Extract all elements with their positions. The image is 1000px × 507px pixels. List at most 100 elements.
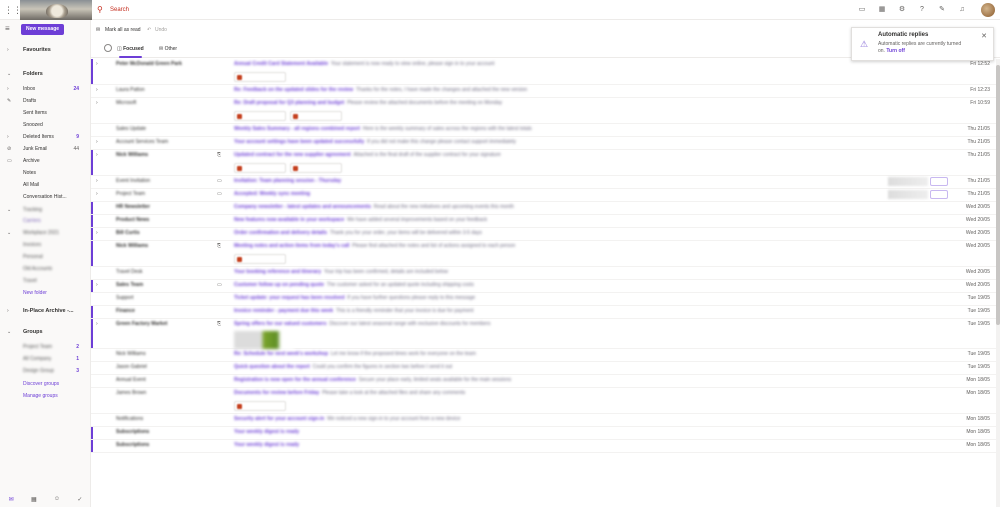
sidebar-item-archive[interactable]: ▭ Archive [0,156,91,166]
chevron-right-icon[interactable]: › [96,189,98,200]
settings-icon[interactable]: ⚙ [892,4,912,16]
table-row[interactable]: Jason Gabriel Quick question about the re… [91,362,1000,375]
people-icon[interactable]: ☺ [54,496,60,503]
attachment-chip[interactable] [234,163,286,173]
sidebar-item-all-mail[interactable]: All Mail [0,180,91,190]
message-preview: Thanks for the notes, I have made the ch… [355,87,528,93]
sidebar-item-group[interactable]: All Company 1 [0,354,91,364]
table-row[interactable]: › Laura Patton Re: Feedback on the updated… [91,85,1000,98]
table-row[interactable]: Annual Event Registration is now open for… [91,375,1000,388]
chevron-right-icon[interactable]: › [96,85,98,96]
sidebar-item-folder[interactable]: Personal [0,252,91,262]
turn-off-link[interactable]: Turn off [886,48,905,54]
new-folder-link[interactable]: New folder [0,288,91,298]
tab-other[interactable]: ✉ Other [159,43,177,55]
sidebar-item-folder[interactable]: Travel [0,276,91,286]
table-row[interactable]: › Peter McDonald Green Park Annual Credit … [91,59,1000,85]
message-date: Fri 12:23 [970,87,990,93]
app-launcher-icon[interactable]: ⋮⋮ [4,5,22,15]
feedback-icon[interactable]: ✎ [932,4,952,16]
sidebar-item-conversation-history[interactable]: Conversation Hist... [0,192,91,202]
chevron-right-icon[interactable]: › [96,228,98,239]
message-list-scrollbar[interactable] [996,59,1000,507]
sidebar-item-snoozed[interactable]: Snoozed [0,120,91,130]
table-row[interactable]: Subscriptions Your weekly digest is ready… [91,427,1000,440]
table-row[interactable]: › Bill Curtis Order confirmation and deliv… [91,228,1000,241]
sidebar-item-folder[interactable]: ⌄ Workplace 2021 [0,228,91,238]
chevron-right-icon[interactable]: › [96,98,98,109]
table-row[interactable]: › Event Invitation ▭ Invitation: Team plann… [91,176,1000,189]
mark-all-read-button[interactable]: Mark all as read [105,24,141,36]
undo-button[interactable]: Undo [155,24,167,36]
table-row[interactable]: Travel Desk Your booking reference and it… [91,267,1000,280]
table-row[interactable]: › Sales Team ▭ Customer follow up on pendin… [91,280,1000,293]
discover-groups-link[interactable]: Discover groups [0,379,91,389]
table-row[interactable]: Product News New features now available i… [91,215,1000,228]
help-icon[interactable]: ? [912,4,932,16]
in-place-archive-section[interactable]: › In-Place Archive -... [0,306,91,316]
message-sender: Green Factory Market [116,321,168,327]
bell-icon[interactable]: ♫ [952,4,972,16]
sidebar-item-junk[interactable]: ⊘ Junk Email 44 [0,144,91,154]
rsvp-button[interactable] [930,177,948,186]
attachment-chip[interactable] [234,111,286,121]
rsvp-button[interactable] [930,190,948,199]
chevron-right-icon[interactable]: › [96,176,98,187]
search-input[interactable]: Search [110,4,129,16]
table-row[interactable]: HR Newsletter Company newsletter - latest… [91,202,1000,215]
scrollbar-thumb[interactable] [996,65,1000,325]
table-row[interactable]: Notifications Security alert for your acc… [91,414,1000,427]
groups-section[interactable]: ⌄ Groups [0,327,91,337]
sidebar-item-sent[interactable]: Sent Items [0,108,91,118]
table-row[interactable]: James Brown Documents for review before F… [91,388,1000,414]
sidebar-item-drafts[interactable]: ✎ Drafts [0,96,91,106]
table-row[interactable]: Nick Williams Re: Schedule for next week'… [91,349,1000,362]
chevron-right-icon[interactable]: › [96,150,98,161]
manage-groups-link[interactable]: Manage groups [0,391,91,401]
table-row[interactable]: › Green Factory Market ⎘ Spring offers for … [91,319,1000,349]
hamburger-icon[interactable]: ≡ [5,24,10,34]
table-row[interactable]: Support Ticket update: your request has b… [91,293,1000,306]
sidebar-item-folder[interactable]: Old Accounts [0,264,91,274]
chevron-right-icon[interactable]: › [96,137,98,148]
calendar-icon[interactable]: ▦ [31,496,37,503]
avatar[interactable] [981,3,995,17]
attachment-chip[interactable] [234,72,286,82]
sidebar-item-folder[interactable]: ⌄ Tracking [0,205,91,215]
table-row[interactable]: Subscriptions Your weekly digest is ready… [91,440,1000,453]
chevron-right-icon[interactable]: › [96,280,98,291]
todo-icon[interactable]: ✓ [77,496,82,503]
table-row[interactable]: › Project Team ▭ Accepted: Weekly sync meet… [91,189,1000,202]
folders-section[interactable]: ⌄ Folders [0,69,91,79]
chevron-right-icon[interactable]: › [96,59,98,70]
close-icon[interactable]: ✕ [981,32,987,40]
sidebar-item-group[interactable]: Design Group 3 [0,366,91,376]
table-row[interactable]: Finance Invoice reminder - payment due th… [91,306,1000,319]
search-box[interactable]: ⚲ Search [97,4,257,16]
new-message-button[interactable]: New message [21,24,64,35]
table-row[interactable]: Sales Update Weekly Sales Summary - all r… [91,124,1000,137]
table-row[interactable]: › Microsoft Re: Draft proposal for Q3 plan… [91,98,1000,124]
table-row[interactable]: › Nick Williams ⎘ Updated contract for the … [91,150,1000,176]
attachment-chip[interactable] [290,111,342,121]
favourites-section[interactable]: › Favourites [0,45,91,55]
meet-now-icon[interactable]: ▭ [852,4,872,16]
tab-focused[interactable]: ◫ Focused [117,43,144,58]
select-all-checkbox[interactable] [104,44,112,52]
sidebar-item-notes[interactable]: Notes [0,168,91,178]
sidebar-item-folder[interactable]: Invoices [0,240,91,250]
sidebar-item-group[interactable]: Project Team 2 [0,342,91,352]
attachment-chip[interactable] [234,254,286,264]
attachment-chip[interactable] [290,163,342,173]
mail-icon[interactable]: ✉ [9,496,14,503]
undo-icon[interactable]: ↶ [147,24,151,36]
table-row[interactable]: Nick Williams ⎘ Meeting notes and action i… [91,241,1000,267]
sidebar-item-deleted[interactable]: › Deleted Items 9 [0,132,91,142]
sidebar-item-inbox[interactable]: › Inbox 24 [0,84,91,94]
sidebar-item-folder[interactable]: Carriers [0,216,91,226]
calendar-icon[interactable]: ▦ [872,4,892,16]
chevron-right-icon[interactable]: › [96,319,98,330]
attachment-chip[interactable] [234,401,286,411]
table-row[interactable]: › Account Services Team Your account setti… [91,137,1000,150]
mail-read-icon[interactable]: ✉ [96,24,100,36]
